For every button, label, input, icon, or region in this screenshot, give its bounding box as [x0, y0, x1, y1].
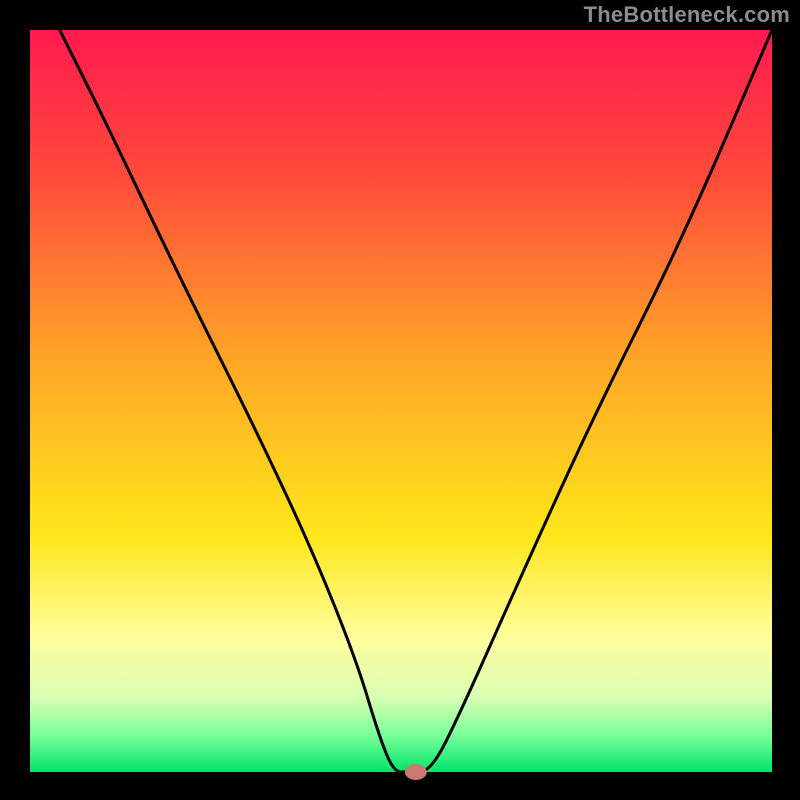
- chart-frame: TheBottleneck.com: [0, 0, 800, 800]
- plot-background: [30, 30, 772, 772]
- minimum-marker: [405, 764, 427, 780]
- watermark-text: TheBottleneck.com: [584, 2, 790, 28]
- bottleneck-chart: [0, 0, 800, 800]
